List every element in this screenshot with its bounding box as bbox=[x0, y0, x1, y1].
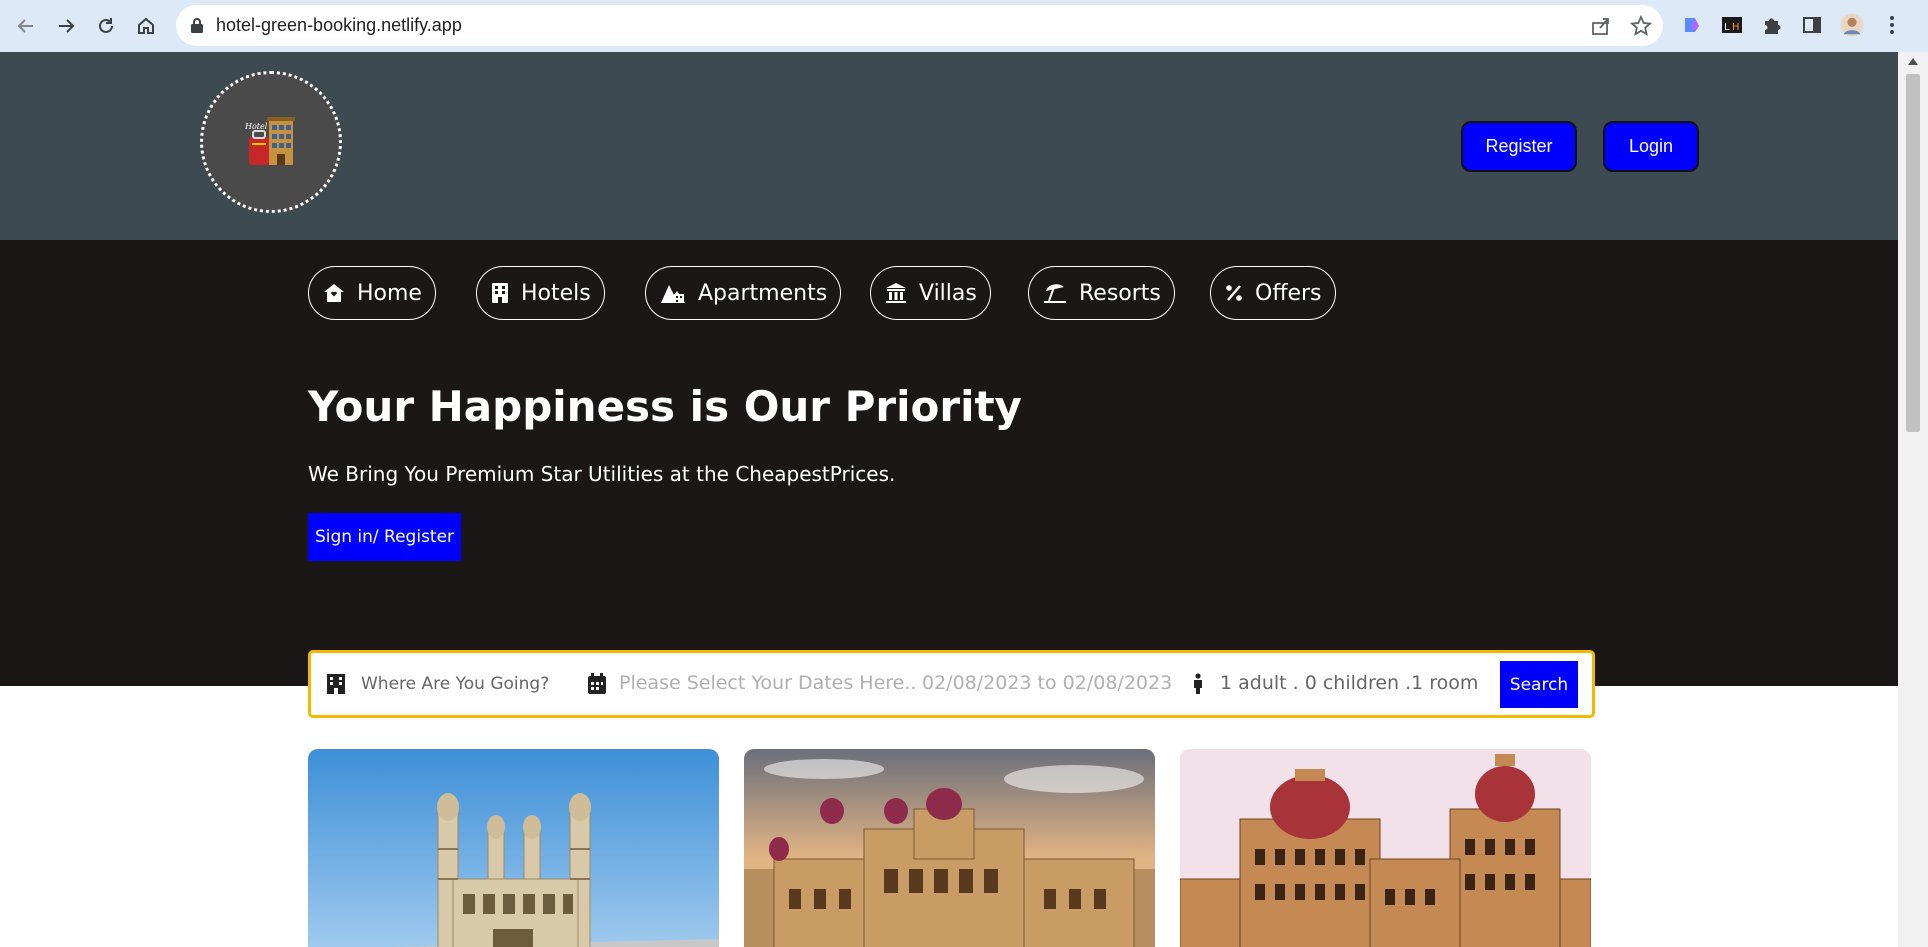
avatar[interactable] bbox=[1840, 13, 1864, 37]
arrow-right-icon[interactable] bbox=[50, 10, 82, 42]
apartments-icon bbox=[661, 285, 685, 303]
arrow-left-icon[interactable] bbox=[10, 10, 42, 42]
side-panel-icon[interactable] bbox=[1800, 13, 1824, 37]
lock-icon bbox=[190, 17, 204, 38]
nav-label: Villas bbox=[919, 280, 977, 306]
puzzle-icon[interactable] bbox=[1760, 13, 1784, 37]
hotel-logo[interactable]: Hotel bbox=[200, 71, 342, 213]
nav-label: Resorts bbox=[1079, 280, 1161, 306]
svg-text:Hotel: Hotel bbox=[244, 122, 268, 131]
nav-item-home[interactable]: Home bbox=[308, 266, 436, 320]
hero-subtitle: We Bring You Premium Star Utilities at t… bbox=[308, 462, 896, 486]
nav-label: Hotels bbox=[521, 280, 591, 306]
nav-item-villas[interactable]: Villas bbox=[870, 266, 991, 320]
nav-item-apartments[interactable]: Apartments bbox=[645, 266, 842, 320]
villa-icon bbox=[886, 283, 906, 303]
address-bar[interactable]: hotel-green-booking.netlify.app bbox=[176, 5, 1663, 46]
nav-item-hotels[interactable]: Hotels bbox=[476, 266, 605, 320]
sign-in-register-button[interactable]: Sign in/ Register bbox=[308, 513, 461, 561]
nav-label: Offers bbox=[1255, 280, 1322, 306]
site-header: Hotel Register Login bbox=[0, 52, 1898, 240]
guests-selector[interactable]: 1 adult . 0 children .1 room bbox=[1220, 672, 1478, 694]
url-text: hotel-green-booking.netlify.app bbox=[216, 15, 462, 35]
browser-toolbar: hotel-green-booking.netlify.app LH bbox=[0, 0, 1928, 52]
home-icon[interactable] bbox=[130, 10, 162, 42]
lighthouse-extension-icon[interactable]: LH bbox=[1720, 13, 1744, 37]
scroll-up-icon[interactable] bbox=[1908, 58, 1918, 65]
umbrella-beach-icon bbox=[1044, 284, 1066, 303]
web-page: Hotel Register Login Home Hotels Apartme… bbox=[0, 52, 1898, 947]
svg-text:H: H bbox=[1732, 22, 1740, 33]
extension-icon[interactable] bbox=[1680, 13, 1704, 37]
hero-title: Your Happiness is Our Priority bbox=[308, 382, 1022, 431]
dates-value[interactable]: 02/08/2023 to 02/08/2023 bbox=[922, 672, 1172, 694]
nav-label: Apartments bbox=[698, 280, 828, 306]
house-icon bbox=[324, 284, 344, 302]
destination-input[interactable]: Where Are You Going? bbox=[361, 674, 549, 694]
percent-icon bbox=[1226, 285, 1242, 301]
scrollbar-thumb[interactable] bbox=[1906, 74, 1920, 432]
destination-card-image[interactable] bbox=[308, 749, 719, 947]
search-bar: Where Are You Going? Please Select Your … bbox=[308, 650, 1595, 718]
nav-item-resorts[interactable]: Resorts bbox=[1028, 266, 1175, 320]
more-vertical-icon[interactable] bbox=[1880, 13, 1904, 37]
page-scrollbar[interactable] bbox=[1898, 52, 1928, 947]
person-icon bbox=[1192, 673, 1204, 700]
svg-text:L: L bbox=[1724, 22, 1730, 33]
dates-input[interactable]: Please Select Your Dates Here.. bbox=[619, 672, 916, 694]
nav-label: Home bbox=[357, 280, 422, 306]
building-icon bbox=[326, 673, 346, 700]
nav-item-offers[interactable]: Offers bbox=[1210, 266, 1336, 320]
reload-icon[interactable] bbox=[90, 10, 122, 42]
register-button[interactable]: Register bbox=[1461, 121, 1577, 172]
hero-section: Home Hotels Apartments Villas Resorts Of… bbox=[0, 240, 1898, 686]
calendar-icon bbox=[587, 673, 607, 700]
login-button[interactable]: Login bbox=[1603, 121, 1699, 172]
share-icon[interactable] bbox=[1590, 15, 1612, 37]
destination-card-image[interactable] bbox=[744, 749, 1155, 947]
search-button[interactable]: Search bbox=[1500, 661, 1578, 708]
destination-card-image[interactable] bbox=[1180, 749, 1591, 947]
building-icon bbox=[492, 283, 508, 303]
star-icon[interactable] bbox=[1629, 14, 1653, 37]
